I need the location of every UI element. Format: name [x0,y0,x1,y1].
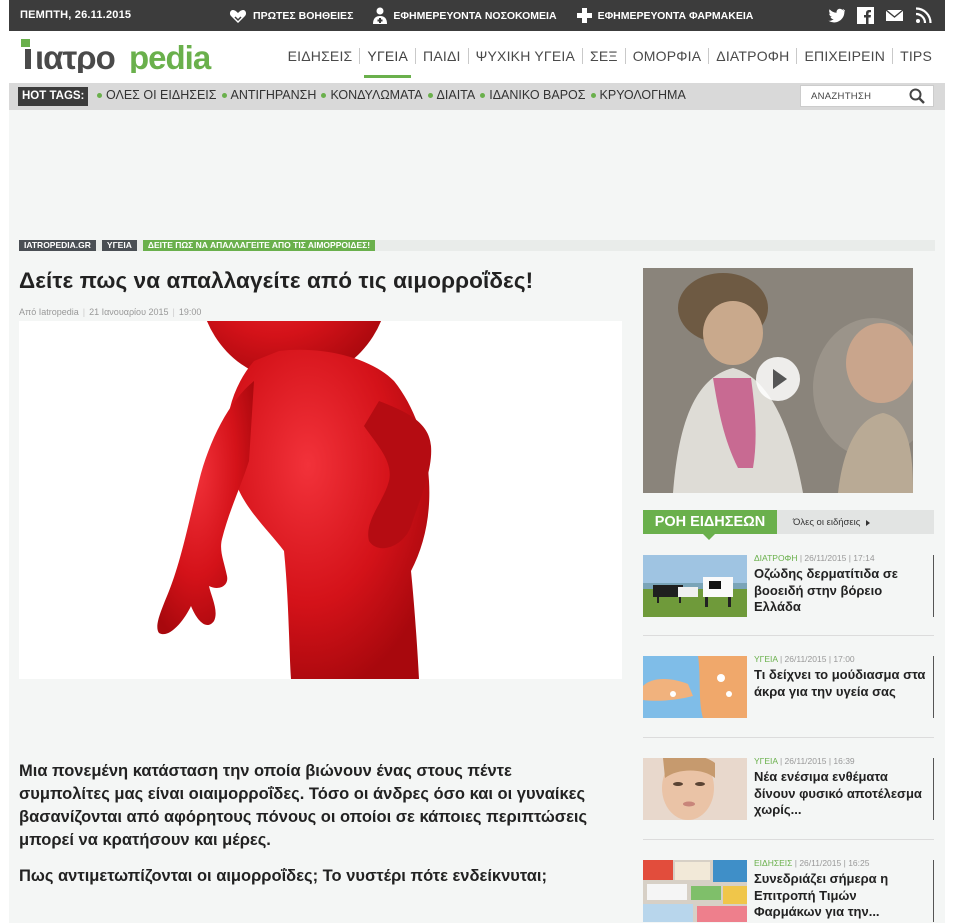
tag-label: ΑΝΤΙΓΗΡΑΝΣΗ [230,88,317,102]
hot-tags-list: ΟΛΕΣ ΟΙ ΕΙΔΗΣΕΙΣ ΑΝΤΙΓΗΡΑΝΣΗ ΚΟΝΔΥΛΩΜΑΤΑ… [97,88,686,102]
article-image [19,321,622,679]
feed-thumbnail [643,758,747,820]
tag-item[interactable]: ΚΡΥΟΛΟΓΗΜΑ [590,88,686,102]
tag-label: ΔΙΑΙΤΑ [436,88,476,102]
tag-label: ΟΛΕΣ ΟΙ ΕΙΔΗΣΕΙΣ [106,88,217,102]
search-icon[interactable] [909,88,925,104]
feed-thumbnail [643,555,747,617]
article-meta: Από Iatropedia | 21 Ιανουαρίου 2015 | 19:0… [19,307,202,317]
feed-meta: ΥΓΕΙΑ | 26/11/2015 | 17:00 [754,654,855,664]
feed-title[interactable]: Οζώδης δερματίτιδα σε βοοειδή στην βόρει… [754,566,926,616]
twitter-icon[interactable] [827,6,846,25]
hot-tags-bar: HOT TAGS: ΟΛΕΣ ΟΙ ΕΙΔΗΣΕΙΣ ΑΝΤΙΓΗΡΑΝΣΗ Κ… [9,83,945,110]
newsfeed-title: ΡΟΗ ΕΙΔΗΣΕΩΝ [643,510,777,540]
article-time: 19:00 [178,307,202,317]
social-links [827,6,933,25]
pharmacies-label: ΕΦΗΜΕΡΕΥΟΝΤΑ ΦΑΡΜΑΚΕΙΑ [597,9,754,22]
article-title: Δείτε πως να απαλλαγείτε από τις αιμορρο… [19,268,534,293]
search-input[interactable]: ΑΝΑΖΗΤΗΣΗ [800,85,934,107]
feed-title[interactable]: Συνεδριάζει σήμερα η Επιτροπή Τιμών Φαρμ… [754,871,926,921]
list-item[interactable]: ΥΓΕΙΑ | 26/11/2015 | 16:39 Νέα ενέσιμα ε… [643,756,934,822]
feed-thumbnail [643,860,747,922]
tag-label: ΚΡΥΟΛΟΓΗΜΑ [599,88,686,102]
breadcrumb-home[interactable]: IATROPEDIA.GR [19,240,96,251]
pharmacy-cross-icon [576,8,592,23]
logo-text-a: ιατρο [35,39,115,73]
arrow-right-icon [866,519,871,526]
newsfeed-header: ΡΟΗ ΕΙΔΗΣΕΩΝ Όλες οι ειδήσεις [643,510,934,540]
feed-thumbnail [643,656,747,718]
all-news-link[interactable]: Όλες οι ειδήσεις [793,517,871,528]
search-placeholder: ΑΝΑΖΗΤΗΣΗ [811,91,872,102]
feed-title[interactable]: Νέα ενέσιμα ενθέματα δίνουν φυσικό αποτέ… [754,769,926,819]
list-item[interactable]: ΕΙΔΗΣΕΙΣ | 26/11/2015 | 16:25 Συνεδριάζε… [643,858,934,923]
mail-icon[interactable] [885,6,904,25]
nav-business[interactable]: ΕΠΙΧΕΙΡΕΙΝ [797,45,892,67]
all-news-label: Όλες οι ειδήσεις [793,517,861,528]
hospitals-link[interactable]: ΕΦΗΜΕΡΕΥΟΝΤΑ ΝΟΣΟΚΟΜΕΙΑ [373,7,557,24]
content-area: IATROPEDIA.GR ΥΓΕΙΑ ΔΕΙΤΕ ΠΩΣ ΝΑ ΑΠΑΛΛΑΓ… [9,110,945,923]
article-date: 21 Ιανουαρίου 2015 [89,307,169,317]
pharmacies-link[interactable]: ΕΦΗΜΕΡΕΥΟΝΤΑ ΦΑΡΜΑΚΕΙΑ [576,8,754,23]
article-subheading: Πως αντιμετωπίζονται οι αιμορροΐδες; Το … [19,867,548,885]
tag-label: ΚΟΝΔΥΛΩΜΑΤΑ [330,88,423,102]
tag-label: ΙΔΑΝΙΚΟ ΒΑΡΟΣ [489,88,586,102]
top-bar: ΠΕΜΠΤΗ, 26.11.2015 ΠΡΩΤΕΣ ΒΟΗΘΕΙΕΣ ΕΦΗΜΕ… [9,0,945,31]
current-date: ΠΕΜΠΤΗ, 26.11.2015 [20,9,132,21]
nav-beauty[interactable]: ΟΜΟΡΦΙΑ [626,45,709,67]
tag-item[interactable]: ΔΙΑΙΤΑ [427,88,476,102]
first-aid-label: ΠΡΩΤΕΣ ΒΟΗΘΕΙΕΣ [253,9,354,22]
tag-item[interactable]: ΙΔΑΝΙΚΟ ΒΑΡΟΣ [480,88,586,102]
logo-text-b: pedia [129,39,212,73]
feed-meta: ΥΓΕΙΑ | 26/11/2015 | 16:39 [754,756,855,766]
top-links: ΠΡΩΤΕΣ ΒΟΗΘΕΙΕΣ ΕΦΗΜΕΡΕΥΟΝΤΑ ΝΟΣΟΚΟΜΕΙΑ … [229,0,753,31]
nav-mental-health[interactable]: ΨΥΧΙΚΗ ΥΓΕΙΑ [469,45,582,67]
breadcrumb: IATROPEDIA.GR ΥΓΕΙΑ ΔΕΙΤΕ ΠΩΣ ΝΑ ΑΠΑΛΛΑΓ… [19,240,376,251]
heart-hands-icon [229,9,247,23]
breadcrumb-current: ΔΕΙΤΕ ΠΩΣ ΝΑ ΑΠΑΛΛΑΓΕΙΤΕ ΑΠΟ ΤΙΣ ΑΙΜΟΡΡΟ… [142,240,376,251]
play-button[interactable] [756,357,800,401]
nav-news[interactable]: ΕΙΔΗΣΕΙΣ [281,45,360,67]
nav-nutrition[interactable]: ΔΙΑΤΡΟΦΗ [709,45,796,67]
feed-meta: ΕΙΔΗΣΕΙΣ | 26/11/2015 | 16:25 [754,858,870,868]
site-header: ιατρο pedia ΕΙΔΗΣΕΙΣ ΥΓΕΙΑ ΠΑΙΔΙ ΨΥΧΙΚΗ … [9,31,945,83]
feed-title[interactable]: Τι δείχνει το μούδιασμα στα άκρα για την… [754,667,926,700]
facebook-icon[interactable] [856,6,875,25]
nav-tips[interactable]: TIPS [893,45,939,67]
tag-item[interactable]: ΑΝΤΙΓΗΡΑΝΣΗ [221,88,317,102]
tag-item[interactable]: ΚΟΝΔΥΛΩΜΑΤΑ [321,88,423,102]
site-logo[interactable]: ιατρο pedia [21,39,245,76]
breadcrumb-category[interactable]: ΥΓΕΙΑ [101,240,137,251]
article-lead: Μια πονεμένη κατάσταση την οποία βιώνουν… [19,762,588,849]
hot-tags-label: HOT TAGS: [18,87,89,106]
main-nav: ΕΙΔΗΣΕΙΣ ΥΓΕΙΑ ΠΑΙΔΙ ΨΥΧΙΚΗ ΥΓΕΙΑ ΣΕΞ ΟΜ… [281,45,939,78]
nav-child[interactable]: ΠΑΙΔΙ [416,45,468,67]
first-aid-link[interactable]: ΠΡΩΤΕΣ ΒΟΗΘΕΙΕΣ [229,8,353,24]
list-item[interactable]: ΥΓΕΙΑ | 26/11/2015 | 17:00 Τι δείχνει το… [643,654,934,720]
tag-item[interactable]: ΟΛΕΣ ΟΙ ΕΙΔΗΣΕΙΣ [97,88,217,102]
nav-health[interactable]: ΥΓΕΙΑ [360,45,415,78]
video-player[interactable] [643,268,913,493]
rss-icon[interactable] [914,6,933,25]
nav-sex[interactable]: ΣΕΞ [583,45,625,67]
feed-meta: ΔΙΑΤΡΟΦΗ | 26/11/2015 | 17:14 [754,553,875,563]
list-item[interactable]: ΔΙΑΤΡΟΦΗ | 26/11/2015 | 17:14 Οζώδης δερ… [643,553,934,619]
article-author: Από Iatropedia [19,307,79,317]
hospitals-label: ΕΦΗΜΕΡΕΥΟΝΤΑ ΝΟΣΟΚΟΜΕΙΑ [393,9,557,22]
doctor-icon [373,7,388,24]
